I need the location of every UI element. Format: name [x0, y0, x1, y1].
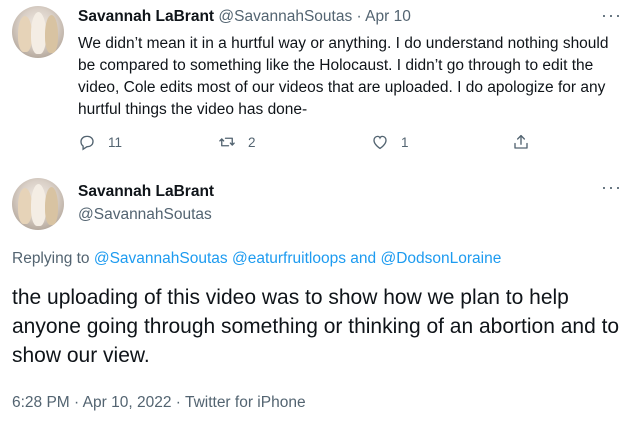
avatar[interactable] — [12, 178, 64, 230]
replying-to: Replying to @SavannahSoutas @eaturfruitl… — [12, 250, 501, 268]
tweet-source[interactable]: Twitter for iPhone — [185, 394, 306, 411]
tweet-text: We didn’t mean it in a hurtful way or an… — [78, 35, 609, 118]
like-button[interactable]: 1 — [371, 133, 409, 151]
author-name[interactable]: Savannah LaBrant — [78, 183, 214, 201]
separator-dot: · — [356, 8, 362, 25]
mention-link[interactable]: @SavannahSoutas — [94, 250, 228, 267]
share-icon — [514, 134, 528, 149]
avatar[interactable] — [12, 6, 64, 58]
tweet-actions: 11 2 1 — [78, 133, 548, 155]
reply-button[interactable]: 11 — [78, 133, 122, 151]
author-name[interactable]: Savannah LaBrant — [78, 8, 214, 25]
tweet-text: the uploading of this video was to show … — [12, 286, 620, 367]
tweet-date[interactable]: Apr 10 — [365, 8, 411, 25]
tweet-meta: 6:28 PM · Apr 10, 2022 · Twitter for iPh… — [12, 394, 306, 412]
author-handle[interactable]: @SavannahSoutas — [218, 8, 352, 25]
separator-dot: · — [74, 394, 80, 411]
more-options-icon[interactable]: ··· — [601, 6, 622, 24]
author-handle[interactable]: @SavannahSoutas — [78, 206, 212, 224]
retweet-icon — [219, 137, 235, 147]
reply-count: 11 — [108, 134, 123, 150]
reply-icon — [80, 135, 94, 151]
tweet-original[interactable]: Savannah LaBrant @SavannahSoutas · Apr 1… — [0, 0, 632, 168]
tweet-date[interactable]: Apr 10, 2022 — [83, 394, 172, 411]
replying-prefix: Replying to — [12, 250, 90, 267]
retweet-button[interactable]: 2 — [218, 133, 256, 151]
heart-icon — [373, 135, 387, 150]
replying-and: and — [350, 250, 377, 267]
tweet-time[interactable]: 6:28 PM — [12, 394, 70, 411]
mention-link[interactable]: @eaturfruitloops — [232, 250, 346, 267]
share-button[interactable] — [512, 133, 530, 151]
separator-dot: · — [175, 394, 181, 411]
more-options-icon[interactable]: ··· — [601, 178, 622, 196]
like-count: 1 — [401, 134, 409, 150]
retweet-count: 2 — [248, 134, 256, 150]
mention-link[interactable]: @DodsonLoraine — [380, 250, 501, 267]
tweet-header: Savannah LaBrant @SavannahSoutas · Apr 1… — [78, 8, 411, 26]
